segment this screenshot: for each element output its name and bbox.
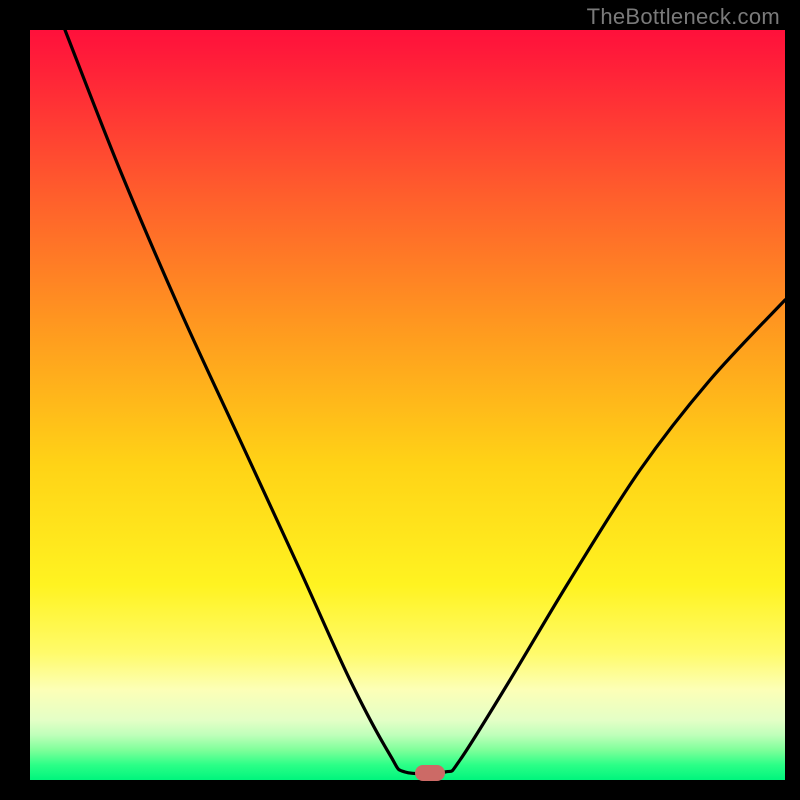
chart-stage: TheBottleneck.com: [0, 0, 800, 800]
optimal-marker: [415, 765, 445, 781]
gradient-panel: [30, 30, 785, 780]
watermark-text: TheBottleneck.com: [587, 4, 780, 30]
